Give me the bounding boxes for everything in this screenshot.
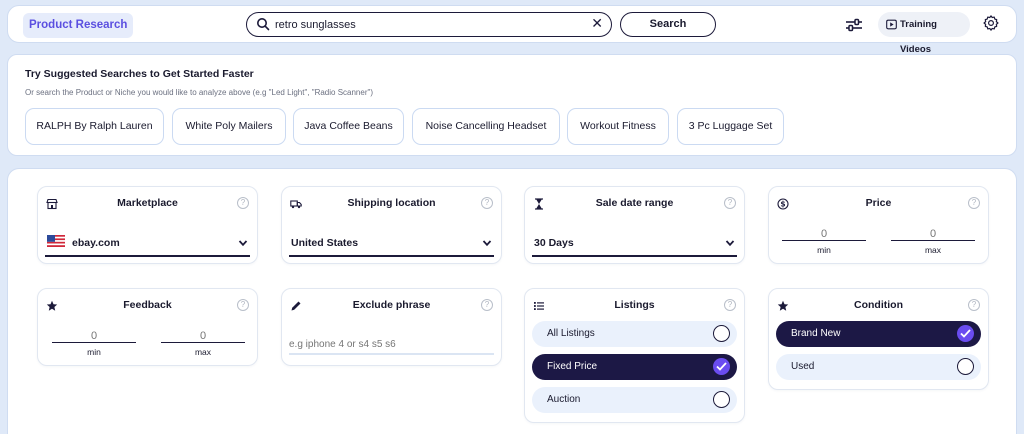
- gear-icon[interactable]: [982, 14, 1000, 32]
- radio-button[interactable]: [957, 358, 974, 375]
- price-min-label: min: [817, 245, 831, 255]
- sale-date-range-filter: Sale date range ? 30 Days: [524, 186, 745, 264]
- feedback-title: Feedback: [123, 299, 172, 311]
- marketplace-value: ebay.com: [72, 237, 120, 249]
- suggestion-chip[interactable]: Noise Cancelling Headset: [412, 108, 560, 145]
- feedback-filter: Feedback ? min max: [37, 288, 258, 366]
- feedback-max-label: max: [194, 347, 212, 357]
- suggestion-chip[interactable]: White Poly Mailers: [172, 108, 286, 145]
- price-max-label: max: [924, 245, 942, 255]
- check-icon: [716, 362, 727, 371]
- sale-date-title: Sale date range: [595, 197, 674, 209]
- help-icon[interactable]: ?: [481, 197, 493, 209]
- listings-filter: Listings ? All Listings Fixed Price Auct…: [524, 288, 745, 423]
- search-icon: [257, 18, 270, 31]
- sale-date-value: 30 Days: [534, 237, 574, 249]
- suggested-title: Try Suggested Searches to Get Started Fa…: [25, 68, 254, 80]
- radio-button[interactable]: [713, 325, 730, 342]
- marketplace-title: Marketplace: [117, 197, 178, 209]
- marketplace-filter: Marketplace ? ebay.com: [37, 186, 258, 264]
- suggestion-chip[interactable]: RALPH By Ralph Lauren: [25, 108, 164, 145]
- suggestion-chip[interactable]: 3 Pc Luggage Set: [677, 108, 784, 145]
- search-box[interactable]: ✕: [246, 12, 612, 37]
- shipping-location-filter: Shipping location ? United States: [281, 186, 502, 264]
- price-filter: $ Price ? min max: [768, 186, 989, 264]
- help-icon[interactable]: ?: [481, 299, 493, 311]
- option-label: Auction: [547, 394, 581, 405]
- option-label: Fixed Price: [547, 361, 598, 372]
- help-icon[interactable]: ?: [237, 197, 249, 209]
- help-icon[interactable]: ?: [724, 299, 736, 311]
- chevron-down-icon: [482, 240, 492, 247]
- sale-date-select[interactable]: 30 Days: [532, 231, 737, 257]
- exclude-title: Exclude phrase: [352, 299, 431, 311]
- exclude-phrase-filter: Exclude phrase ?: [281, 288, 502, 366]
- condition-title: Condition: [854, 299, 903, 311]
- exclude-phrase-input[interactable]: [289, 335, 494, 355]
- help-icon[interactable]: ?: [724, 197, 736, 209]
- training-videos-label: Training Videos: [900, 19, 937, 55]
- shipping-value: United States: [291, 237, 359, 249]
- us-flag-icon: [47, 235, 65, 247]
- help-icon[interactable]: ?: [968, 197, 980, 209]
- price-min-input[interactable]: [782, 227, 866, 241]
- search-input[interactable]: [275, 16, 575, 33]
- suggested-subtitle: Or search the Product or Niche you would…: [25, 88, 373, 97]
- help-icon[interactable]: ?: [237, 299, 249, 311]
- condition-option-brand-new[interactable]: Brand New: [776, 321, 981, 347]
- chevron-down-icon: [725, 240, 735, 247]
- check-icon: [960, 329, 971, 338]
- price-max-input[interactable]: [891, 227, 975, 241]
- condition-option-used[interactable]: Used: [776, 354, 981, 380]
- help-icon[interactable]: ?: [968, 299, 980, 311]
- chevron-down-icon: [238, 240, 248, 247]
- product-research-tab[interactable]: Product Research: [23, 13, 134, 38]
- suggested-searches-panel: Try Suggested Searches to Get Started Fa…: [7, 54, 1017, 156]
- filters-panel: Marketplace ? ebay.com Shipping location…: [7, 168, 1017, 434]
- top-bar: Product Research ✕ Search Training Video…: [7, 5, 1017, 55]
- feedback-min-input[interactable]: [52, 329, 136, 343]
- price-title: Price: [865, 197, 892, 209]
- radio-checked[interactable]: [713, 358, 730, 375]
- suggestion-chip[interactable]: Workout Fitness: [567, 108, 669, 145]
- radio-checked[interactable]: [957, 325, 974, 342]
- sliders-icon[interactable]: [844, 15, 864, 35]
- listings-title: Listings: [614, 299, 655, 311]
- search-button[interactable]: Search: [620, 12, 716, 37]
- feedback-max-input[interactable]: [161, 329, 245, 343]
- listing-option-fixed-price[interactable]: Fixed Price: [532, 354, 737, 380]
- option-label: Used: [791, 361, 815, 372]
- feedback-min-label: min: [87, 347, 101, 357]
- condition-filter: Condition ? Brand New Used: [768, 288, 989, 390]
- suggestion-chip[interactable]: Java Coffee Beans: [293, 108, 404, 145]
- option-label: Brand New: [791, 328, 841, 339]
- training-videos-button[interactable]: Training Videos: [878, 12, 970, 55]
- option-label: All Listings: [547, 328, 595, 339]
- listing-option-auction[interactable]: Auction: [532, 387, 737, 413]
- shipping-select[interactable]: United States: [289, 231, 494, 257]
- radio-button[interactable]: [713, 391, 730, 408]
- marketplace-select[interactable]: ebay.com: [45, 231, 250, 257]
- shipping-title: Shipping location: [347, 197, 436, 209]
- video-play-icon: [886, 19, 897, 30]
- listing-option-all[interactable]: All Listings: [532, 321, 737, 347]
- clear-search-icon[interactable]: ✕: [591, 16, 603, 32]
